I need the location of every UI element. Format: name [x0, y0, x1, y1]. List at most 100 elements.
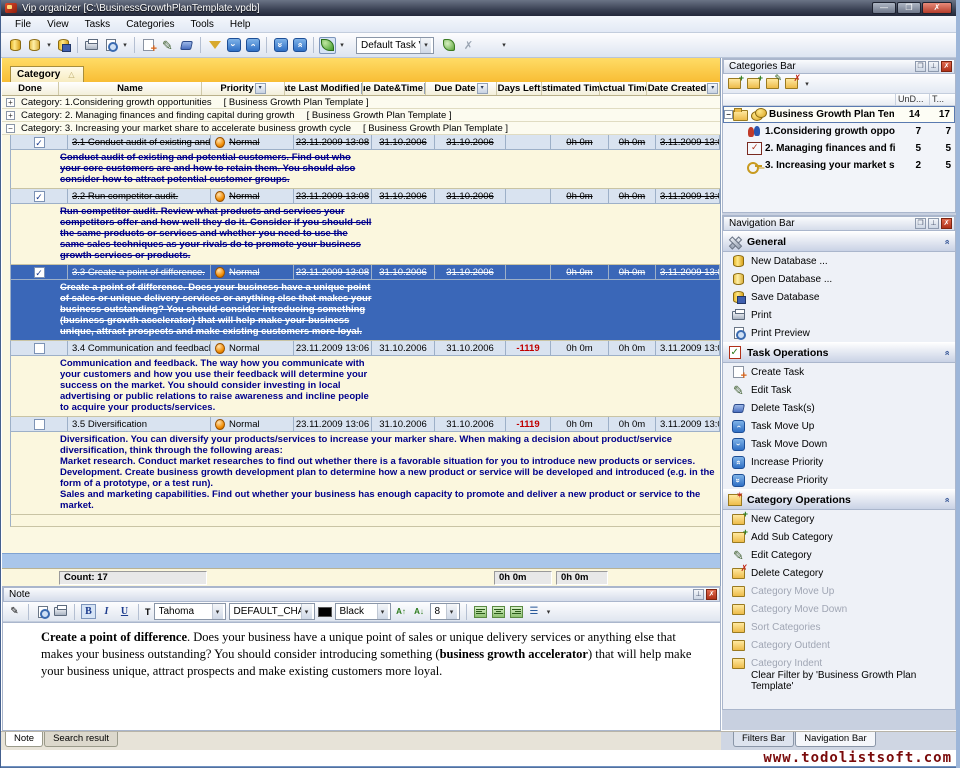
tree-root-row[interactable]: −Business Growth Plan Template1417	[723, 106, 955, 123]
menu-file[interactable]: File	[7, 17, 39, 32]
nav-item-add-sub-category[interactable]: +Add Sub Category	[723, 528, 955, 546]
more-format-options-icon[interactable]: ▾	[545, 608, 553, 616]
increase-priority-icon[interactable]: »	[291, 37, 308, 54]
italic-button[interactable]: I	[99, 604, 114, 619]
chevron-down-icon[interactable]: ▾	[121, 41, 129, 49]
expand-group-icon[interactable]: +	[6, 98, 15, 107]
expand-group-icon[interactable]: +	[6, 111, 15, 120]
tab-navigation-bar[interactable]: Navigation Bar	[795, 732, 875, 747]
align-left-icon[interactable]	[473, 604, 488, 619]
create-task-icon[interactable]	[140, 37, 157, 54]
tree-item-row[interactable]: 1.Considering growth opportuniti77	[723, 123, 955, 140]
new-database-icon[interactable]	[7, 37, 24, 54]
done-checkbox[interactable]: ✓	[34, 267, 45, 278]
edit-task-icon[interactable]: ✎	[159, 37, 176, 54]
pin-panel-icon[interactable]: ⊥	[928, 61, 939, 72]
collapse-section-icon[interactable]: »	[944, 495, 949, 505]
column-header-due-date-time[interactable]: Due Date&Time▾	[363, 82, 426, 95]
tree-item-row[interactable]: 2. Managing finances and findin55	[723, 140, 955, 157]
chevron-down-icon[interactable]: ▾	[45, 41, 53, 49]
collapse-section-icon[interactable]: »	[944, 237, 949, 247]
tree-col-undone[interactable]: UnD...	[895, 94, 929, 105]
task-description-row[interactable]: Conduct audit of existing and potential …	[10, 150, 720, 189]
nav-item-task-move-down[interactable]: ›Task Move Down	[723, 435, 955, 453]
clear-filter-icon[interactable]: ✗	[460, 37, 477, 54]
decrease-priority-icon[interactable]: »	[272, 37, 289, 54]
close-panel-icon[interactable]: ✗	[706, 589, 717, 600]
column-header-done[interactable]: Done	[2, 82, 59, 95]
task-move-up-icon[interactable]: ›	[244, 37, 261, 54]
chevron-down-icon[interactable]: ▾	[420, 38, 431, 53]
add-sub-category-icon[interactable]: +	[746, 77, 761, 90]
chevron-down-icon[interactable]: ▾	[803, 80, 811, 88]
nav-item-task-move-up[interactable]: ›Task Move Up	[723, 417, 955, 435]
collapse-group-icon[interactable]: −	[6, 124, 15, 133]
menu-tools[interactable]: Tools	[183, 17, 222, 32]
restore-button[interactable]: ❐	[897, 2, 921, 14]
nav-section-general[interactable]: General»	[723, 231, 955, 252]
note-content[interactable]: Create a point of difference. Does your …	[3, 622, 720, 730]
open-database-icon[interactable]	[26, 37, 43, 54]
collapse-section-icon[interactable]: »	[944, 348, 949, 358]
menu-categories[interactable]: Categories	[118, 17, 182, 32]
align-right-icon[interactable]	[509, 604, 524, 619]
close-panel-icon[interactable]: ✗	[941, 218, 952, 229]
float-panel-icon[interactable]: ❐	[915, 218, 926, 229]
nav-item-print[interactable]: Print	[723, 306, 955, 324]
tab-note[interactable]: Note	[5, 732, 43, 747]
minimize-button[interactable]: —	[872, 2, 896, 14]
task-description-row[interactable]: Communication and feedback. The way how …	[10, 356, 720, 417]
column-header-priority[interactable]: Priority▾	[202, 82, 285, 95]
close-panel-icon[interactable]: ✗	[941, 61, 952, 72]
nav-section-task-operations[interactable]: Task Operations»	[723, 342, 955, 363]
bold-button[interactable]: B	[81, 604, 96, 619]
note-print-icon[interactable]	[53, 604, 68, 619]
column-header-due-date[interactable]: Due Date▾	[426, 82, 497, 95]
task-row[interactable]: 3.5 DiversificationNormal23.11.2009 13:0…	[10, 417, 720, 432]
print-preview-icon[interactable]	[102, 37, 119, 54]
task-description-row[interactable]: Create a point of difference. Does your …	[10, 280, 720, 341]
tab-filters-bar[interactable]: Filters Bar	[733, 732, 794, 747]
column-header-name[interactable]: Name	[59, 82, 202, 95]
nav-item-decrease-priority[interactable]: »Decrease Priority	[723, 471, 955, 489]
nav-item-increase-priority[interactable]: »Increase Priority	[723, 453, 955, 471]
filter-dropdown-icon[interactable]: ▾	[477, 83, 488, 94]
chevron-down-icon[interactable]: ▾	[338, 41, 346, 49]
done-checkbox[interactable]	[34, 343, 45, 354]
nav-item-new-category[interactable]: +New Category	[723, 510, 955, 528]
column-header-estimated-time[interactable]: Estimated Time	[542, 82, 600, 95]
highlight-filter-icon[interactable]	[206, 37, 223, 54]
column-header-actual-time[interactable]: Actual Time	[600, 82, 647, 95]
nav-item-edit-task[interactable]: ✎Edit Task	[723, 381, 955, 399]
pin-panel-icon[interactable]: ⊥	[693, 589, 704, 600]
print-icon[interactable]	[83, 37, 100, 54]
nav-item-create-task[interactable]: Create Task	[723, 363, 955, 381]
underline-button[interactable]: U	[117, 604, 132, 619]
nav-section-category-operations[interactable]: Category Operations»	[723, 489, 955, 510]
task-row[interactable]: 3.4 Communication and feedbackNormal23.1…	[10, 341, 720, 356]
task-row[interactable]: ✓3.3 Create a point of difference.Normal…	[10, 265, 720, 280]
collapse-group-icon[interactable]: −	[724, 110, 733, 119]
category-group-row[interactable]: +Category: 1.Considering growth opportun…	[2, 96, 720, 109]
more-icon[interactable]	[480, 37, 497, 54]
align-center-icon[interactable]	[491, 604, 506, 619]
nav-item-delete-category[interactable]: ✗Delete Category	[723, 564, 955, 582]
font-color-combo[interactable]: Black▾	[335, 603, 391, 620]
column-header-date-last-modified[interactable]: Date Last Modified▾	[285, 82, 363, 95]
done-checkbox[interactable]	[34, 419, 45, 430]
charset-combo[interactable]: DEFAULT_CHAR▾	[229, 603, 315, 620]
save-database-icon[interactable]	[55, 37, 72, 54]
filter-dropdown-icon[interactable]: ▾	[255, 83, 266, 94]
tree-item-row[interactable]: 3. Increasing your market share25	[723, 157, 955, 174]
menu-help[interactable]: Help	[222, 17, 259, 32]
bullet-list-icon[interactable]: ☰	[527, 604, 542, 619]
edit-note-icon[interactable]: ✎	[7, 604, 22, 619]
task-description-row[interactable]: Diversification. You can diversify your …	[10, 432, 720, 515]
group-by-category-tab[interactable]: Category △	[10, 66, 84, 82]
font-family-combo[interactable]: Tahoma▾	[154, 603, 226, 620]
increase-font-icon[interactable]: A↑	[394, 604, 409, 619]
nav-item-edit-category[interactable]: ✎Edit Category	[723, 546, 955, 564]
view-filter-icon[interactable]	[319, 37, 336, 54]
menu-view[interactable]: View	[39, 17, 77, 32]
task-row[interactable]: ✓3.1 Conduct audit of existing andNormal…	[10, 135, 720, 150]
